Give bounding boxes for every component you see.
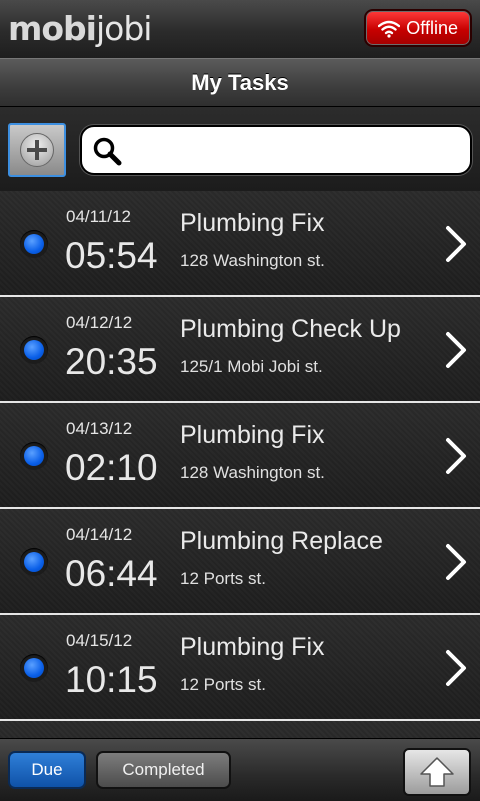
search-icon	[93, 137, 122, 166]
arrow-up-icon	[420, 757, 454, 787]
task-row[interactable]: 04/13/12 02:10 Plumbing Fix 128 Washingt…	[0, 403, 480, 509]
search-box[interactable]	[80, 125, 472, 175]
logo-part-jobi: jobi	[96, 9, 152, 48]
task-title: Plumbing Replace	[180, 527, 383, 555]
task-date: 04/11/12	[66, 207, 131, 226]
offline-status-button[interactable]: Offline	[364, 9, 472, 47]
task-date: 04/12/12	[66, 313, 133, 332]
title-bar: My Tasks	[0, 58, 480, 107]
task-time: 05:54	[65, 235, 158, 276]
chevron-right-icon[interactable]	[442, 436, 470, 476]
task-row[interactable]: 04/15/12 10:15 Plumbing Fix 12 Ports st.	[0, 615, 480, 721]
status-dot-icon	[20, 654, 48, 682]
task-time: 06:44	[65, 553, 158, 594]
task-title: Plumbing Check Up	[180, 315, 401, 343]
chevron-right-icon[interactable]	[442, 648, 470, 688]
tab-completed[interactable]: Completed	[96, 751, 231, 789]
chevron-right-icon[interactable]	[442, 542, 470, 582]
task-time: 10:15	[65, 659, 158, 700]
task-address: 125/1 Mobi Jobi st.	[180, 357, 323, 376]
task-row[interactable]: 04/14/12 06:44 Plumbing Replace 12 Ports…	[0, 509, 480, 615]
task-address: 12 Ports st.	[180, 569, 266, 588]
task-row-partial[interactable]	[0, 721, 480, 738]
task-date: 04/14/12	[66, 525, 133, 544]
offline-label: Offline	[406, 17, 458, 38]
chevron-right-icon[interactable]	[442, 330, 470, 370]
add-task-button[interactable]	[8, 123, 66, 177]
status-dot-icon	[20, 336, 48, 364]
task-title: Plumbing Fix	[180, 209, 325, 237]
status-dot-icon	[20, 230, 48, 258]
task-row[interactable]: 04/12/12 20:35 Plumbing Check Up 125/1 M…	[0, 297, 480, 403]
bottom-bar: Due Completed	[0, 738, 480, 801]
task-time: 20:35	[65, 341, 158, 382]
page-title: My Tasks	[191, 69, 289, 95]
search-toolbar	[0, 107, 480, 191]
search-input[interactable]	[130, 135, 464, 167]
task-list: 04/11/12 05:54 Plumbing Fix 128 Washingt…	[0, 191, 480, 738]
tab-due[interactable]: Due	[8, 751, 86, 789]
scroll-top-button[interactable]	[403, 748, 471, 796]
task-date: 04/13/12	[66, 419, 133, 438]
task-title: Plumbing Fix	[180, 421, 325, 449]
status-dot-icon	[20, 548, 48, 576]
task-address: 128 Washington st.	[180, 463, 325, 482]
task-address: 12 Ports st.	[180, 675, 266, 694]
task-time: 02:10	[65, 447, 158, 488]
chevron-right-icon[interactable]	[442, 224, 470, 264]
app-logo: mobijobi	[8, 9, 152, 48]
wifi-icon	[378, 20, 400, 38]
plus-icon	[20, 133, 54, 167]
task-date: 04/15/12	[66, 631, 133, 650]
logo-part-mobi: mobi	[8, 9, 97, 48]
status-dot-icon	[20, 442, 48, 470]
app-bar: mobijobi Offline	[0, 0, 480, 59]
task-title: Plumbing Fix	[180, 633, 325, 661]
task-row[interactable]: 04/11/12 05:54 Plumbing Fix 128 Washingt…	[0, 191, 480, 297]
task-address: 128 Washington st.	[180, 251, 325, 270]
